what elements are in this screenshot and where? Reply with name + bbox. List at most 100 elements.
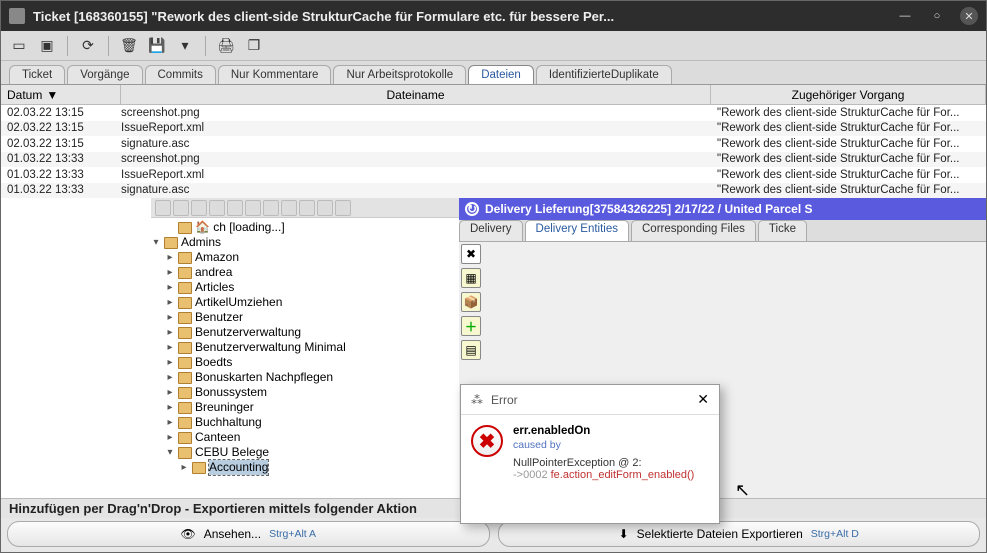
tab-commits[interactable]: Commits — [145, 65, 216, 84]
mini-tool-icon[interactable] — [317, 200, 333, 216]
tree-node[interactable]: ▸Boedts — [151, 355, 455, 370]
entity-add-icon[interactable]: ＋ — [461, 316, 481, 336]
mini-tool-icon[interactable] — [281, 200, 297, 216]
tree-node[interactable]: ▸Buchhaltung — [151, 415, 455, 430]
entity-package-icon[interactable]: 📦 — [461, 292, 481, 312]
toolbar-refresh-icon[interactable]: ⟳ — [76, 34, 100, 58]
tree-twisty-icon[interactable]: ▸ — [165, 370, 175, 385]
tab-nur-arbeitsprotokolle[interactable]: Nur Arbeitsprotokolle — [333, 65, 466, 84]
col-header-name[interactable]: Dateiname — [121, 85, 711, 104]
folder-icon — [178, 282, 192, 294]
maximize-icon: ○ — [934, 10, 941, 22]
refresh-icon[interactable]: ↻ — [465, 202, 479, 216]
mini-tool-icon[interactable] — [191, 200, 207, 216]
view-button[interactable]: 👁 Ansehen... Strg+Alt A — [7, 521, 490, 547]
tree-twisty-icon[interactable]: ▸ — [165, 280, 175, 295]
tree-twisty-icon[interactable]: ▸ — [165, 310, 175, 325]
minimize-button[interactable]: — — [896, 7, 914, 25]
cell-filename: IssueReport.xml — [121, 169, 711, 181]
tree-node[interactable]: ▸Amazon — [151, 250, 455, 265]
mini-tool-icon[interactable] — [209, 200, 225, 216]
tree-twisty-icon[interactable]: ▸ — [165, 265, 175, 280]
tree-node[interactable]: ▸Benutzerverwaltung — [151, 325, 455, 340]
tree-twisty-icon[interactable]: ▸ — [165, 250, 175, 265]
delivery-header: ↻ Delivery Lieferung[37584326225] 2/17/2… — [459, 198, 986, 220]
tab-vorgaenge[interactable]: Vorgänge — [67, 65, 142, 84]
toolbar-dropdown-icon[interactable]: ▾ — [173, 34, 197, 58]
tree-node[interactable]: ▾Admins — [151, 235, 455, 250]
tree-node[interactable]: ▸ Benutzer — [151, 310, 455, 325]
col-header-date[interactable]: Datum▼ — [1, 85, 121, 104]
tree-node-label: Benutzer — [195, 310, 243, 325]
mini-tool-icon[interactable] — [173, 200, 189, 216]
tree-node[interactable]: ▸ Bonuskarten Nachpflegen — [151, 370, 455, 385]
tab-duplikate[interactable]: IdentifizierteDuplikate — [536, 65, 672, 84]
error-close-button[interactable]: ✕ — [697, 391, 709, 408]
tree-twisty-icon[interactable]: ▸ — [165, 340, 175, 355]
titlebar: Ticket [168360155] "Rework des client-si… — [1, 1, 986, 31]
mini-tool-icon[interactable] — [263, 200, 279, 216]
table-row[interactable]: 01.03.22 13:33screenshot.png"Rework des … — [1, 152, 986, 168]
mini-tool-icon[interactable] — [227, 200, 243, 216]
mini-tool-icon[interactable] — [335, 200, 351, 216]
mini-tool-icon[interactable] — [155, 200, 171, 216]
table-row[interactable]: 02.03.22 13:15IssueReport.xml"Rework des… — [1, 121, 986, 137]
tree-node[interactable]: ▾CEBU Belege — [151, 445, 455, 460]
tree-twisty-icon[interactable]: ▾ — [151, 235, 161, 250]
close-icon: ✕ — [964, 10, 973, 23]
table-row[interactable]: 02.03.22 13:15signature.asc"Rework des c… — [1, 136, 986, 152]
file-table-body: 02.03.22 13:15screenshot.png"Rework des … — [1, 105, 986, 198]
mini-tool-icon[interactable] — [245, 200, 261, 216]
entity-delete-icon[interactable]: ✖ — [461, 244, 481, 264]
col-header-process[interactable]: Zugehöriger Vorgang — [711, 85, 986, 104]
subtab-delivery[interactable]: Delivery — [459, 220, 523, 241]
tree-twisty-icon[interactable]: ▸ — [165, 385, 175, 400]
tab-ticket[interactable]: Ticket — [9, 65, 65, 84]
tab-nur-kommentare[interactable]: Nur Kommentare — [218, 65, 332, 84]
tree-node[interactable]: ▸Canteen — [151, 430, 455, 445]
error-call-prefix: ->0002 — [513, 469, 551, 481]
subtab-entities[interactable]: Delivery Entities — [525, 220, 629, 241]
tree-twisty-icon[interactable]: ▸ — [165, 430, 175, 445]
tree-node-label: Bonuskarten Nachpflegen — [195, 370, 333, 385]
tree-node[interactable]: ▸Articles — [151, 280, 455, 295]
tree-twisty-icon[interactable]: ▸ — [165, 325, 175, 340]
tree-node[interactable]: ▸Bonussystem — [151, 385, 455, 400]
tree-node[interactable]: ▸Benutzerverwaltung Minimal — [151, 340, 455, 355]
toolbar-save-icon[interactable]: 💾 — [145, 34, 169, 58]
tree-twisty-icon[interactable]: ▾ — [165, 445, 175, 460]
entity-doc-icon[interactable]: ▤ — [461, 340, 481, 360]
error-exception: NullPointerException @ 2: — [513, 457, 694, 469]
tree-node[interactable]: 🏠 ch [loading...] — [151, 220, 455, 235]
cell-filename: signature.asc — [121, 138, 711, 150]
tree-node[interactable]: ▸ArtikelUmziehen — [151, 295, 455, 310]
folder-icon — [178, 252, 192, 264]
subtab-files[interactable]: Corresponding Files — [631, 220, 756, 241]
table-row[interactable]: 01.03.22 13:33signature.asc"Rework des c… — [1, 183, 986, 199]
toolbar-print-icon[interactable]: 🖨 — [214, 34, 238, 58]
tree-node[interactable]: ▸Breuninger — [151, 400, 455, 415]
tree-twisty-icon[interactable]: ▸ — [179, 460, 189, 475]
tree-twisty-icon[interactable]: ▸ — [165, 295, 175, 310]
error-main: err.enabledOn — [513, 425, 694, 437]
toolbar-camera-icon[interactable]: ▣ — [35, 34, 59, 58]
export-button[interactable]: ⬇ Selektierte Dateien Exportieren Strg+A… — [498, 521, 981, 547]
window-controls: — ○ ✕ — [896, 7, 978, 25]
tab-dateien[interactable]: Dateien — [468, 65, 534, 84]
toolbar-delete-icon[interactable]: 🗑 — [117, 34, 141, 58]
close-button[interactable]: ✕ — [960, 7, 978, 25]
tree-node[interactable]: ▸andrea — [151, 265, 455, 280]
table-row[interactable]: 01.03.22 13:33IssueReport.xml"Rework des… — [1, 167, 986, 183]
subtab-ticket[interactable]: Ticke — [758, 220, 807, 241]
toolbar-note-icon[interactable]: ▭ — [7, 34, 31, 58]
tree-twisty-icon[interactable]: ▸ — [165, 355, 175, 370]
folder-tree[interactable]: 🏠 ch [loading...]▾Admins▸Amazon▸andrea▸A… — [1, 218, 459, 477]
entity-grid-icon[interactable]: ▦ — [461, 268, 481, 288]
toolbar-copy-icon[interactable]: ❐ — [242, 34, 266, 58]
tree-node[interactable]: ▸Accounting — [151, 460, 455, 475]
mini-tool-icon[interactable] — [299, 200, 315, 216]
tree-twisty-icon[interactable]: ▸ — [165, 415, 175, 430]
tree-twisty-icon[interactable]: ▸ — [165, 400, 175, 415]
maximize-button[interactable]: ○ — [928, 7, 946, 25]
table-row[interactable]: 02.03.22 13:15screenshot.png"Rework des … — [1, 105, 986, 121]
